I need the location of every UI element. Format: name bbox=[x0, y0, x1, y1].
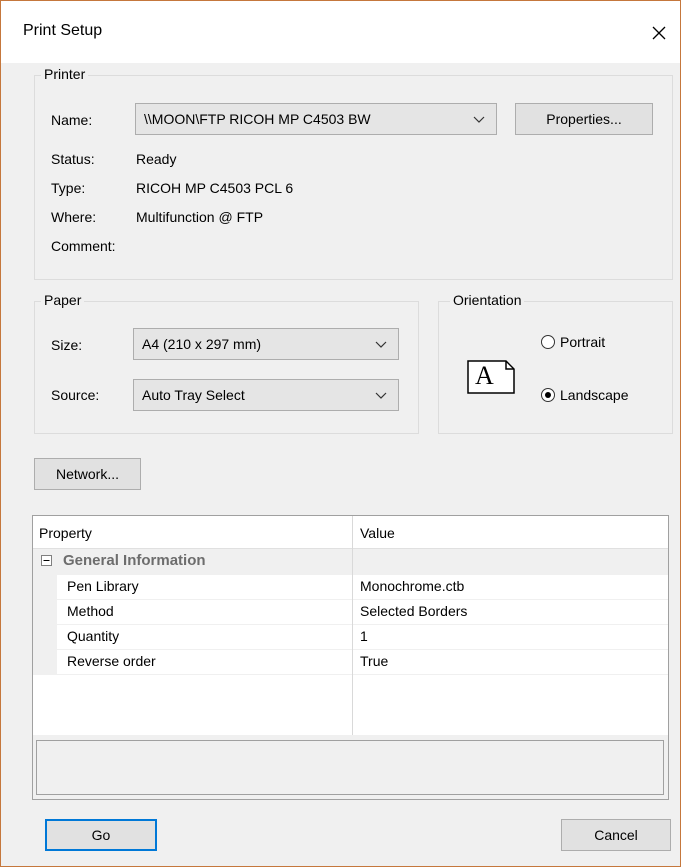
grid-empty-area bbox=[33, 675, 668, 735]
where-label: Where: bbox=[51, 209, 97, 225]
landscape-radio-label: Landscape bbox=[560, 387, 629, 403]
printer-name-value: \\MOON\FTP RICOH MP C4503 BW bbox=[144, 111, 371, 127]
chevron-down-icon bbox=[473, 116, 485, 123]
status-value: Ready bbox=[136, 151, 177, 167]
close-button[interactable] bbox=[639, 13, 679, 53]
type-label: Type: bbox=[51, 180, 86, 196]
grid-header-value[interactable]: Value bbox=[360, 525, 395, 541]
landscape-radio[interactable]: Landscape bbox=[541, 387, 629, 403]
comment-label: Comment: bbox=[51, 238, 116, 254]
paper-source-select[interactable]: Auto Tray Select bbox=[133, 379, 399, 411]
status-label: Status: bbox=[51, 151, 95, 167]
grid-category-label: General Information bbox=[63, 552, 206, 569]
name-label: Name: bbox=[51, 112, 93, 128]
grid-cell-property: Reverse order bbox=[67, 653, 156, 669]
chevron-down-icon bbox=[375, 341, 387, 348]
properties-button[interactable]: Properties... bbox=[515, 103, 653, 135]
grid-cell-value: True bbox=[360, 653, 389, 669]
table-row[interactable]: Reverse order True bbox=[33, 650, 668, 674]
grid-header: Property Value bbox=[33, 516, 668, 549]
grid-column-divider[interactable] bbox=[352, 516, 353, 735]
type-value: RICOH MP C4503 PCL 6 bbox=[136, 180, 294, 196]
title-bar: Print Setup bbox=[1, 1, 680, 63]
where-value: Multifunction @ FTP bbox=[136, 209, 264, 225]
chevron-down-icon bbox=[375, 392, 387, 399]
grid-cell-property: Quantity bbox=[67, 628, 120, 644]
grid-cell-value: Selected Borders bbox=[360, 603, 468, 619]
paper-size-value: A4 (210 x 297 mm) bbox=[142, 336, 262, 352]
table-row[interactable]: Quantity 1 bbox=[33, 625, 668, 649]
grid-cell-value: Monochrome.ctb bbox=[360, 578, 465, 594]
orientation-icon-letter: A bbox=[475, 361, 494, 390]
network-button[interactable]: Network... bbox=[34, 458, 141, 490]
print-setup-dialog: Print Setup Printer Name: \\MOON\FTP RIC… bbox=[0, 0, 681, 867]
close-icon bbox=[652, 26, 666, 40]
properties-grid[interactable]: Property Value General Information Pen L… bbox=[32, 515, 669, 800]
size-label: Size: bbox=[51, 337, 83, 353]
grid-header-property[interactable]: Property bbox=[39, 525, 92, 541]
grid-cell-property: Pen Library bbox=[67, 578, 139, 594]
paper-source-value: Auto Tray Select bbox=[142, 387, 245, 403]
portrait-radio-label: Portrait bbox=[560, 334, 606, 350]
portrait-radio[interactable]: Portrait bbox=[541, 334, 605, 350]
table-row[interactable]: Method Selected Borders bbox=[33, 600, 668, 624]
orientation-group-label: Orientation bbox=[450, 292, 525, 308]
dialog-title: Print Setup bbox=[23, 22, 103, 39]
cancel-button[interactable]: Cancel bbox=[561, 819, 671, 851]
printer-name-select[interactable]: \\MOON\FTP RICOH MP C4503 BW bbox=[135, 103, 497, 135]
paper-size-select[interactable]: A4 (210 x 297 mm) bbox=[133, 328, 399, 360]
grid-description-pane bbox=[36, 740, 664, 795]
source-label: Source: bbox=[51, 387, 100, 403]
grid-cell-property: Method bbox=[67, 603, 114, 619]
grid-category-row[interactable]: General Information bbox=[33, 549, 668, 573]
go-button[interactable]: Go bbox=[45, 819, 157, 851]
table-row[interactable]: Pen Library Monochrome.ctb bbox=[33, 575, 668, 599]
paper-group bbox=[34, 301, 419, 434]
printer-group-label: Printer bbox=[41, 66, 89, 82]
grid-cell-value: 1 bbox=[360, 628, 368, 644]
landscape-radio-circle bbox=[541, 388, 555, 402]
paper-group-label: Paper bbox=[41, 292, 85, 308]
collapse-icon[interactable] bbox=[41, 555, 52, 566]
portrait-radio-circle bbox=[541, 335, 555, 349]
